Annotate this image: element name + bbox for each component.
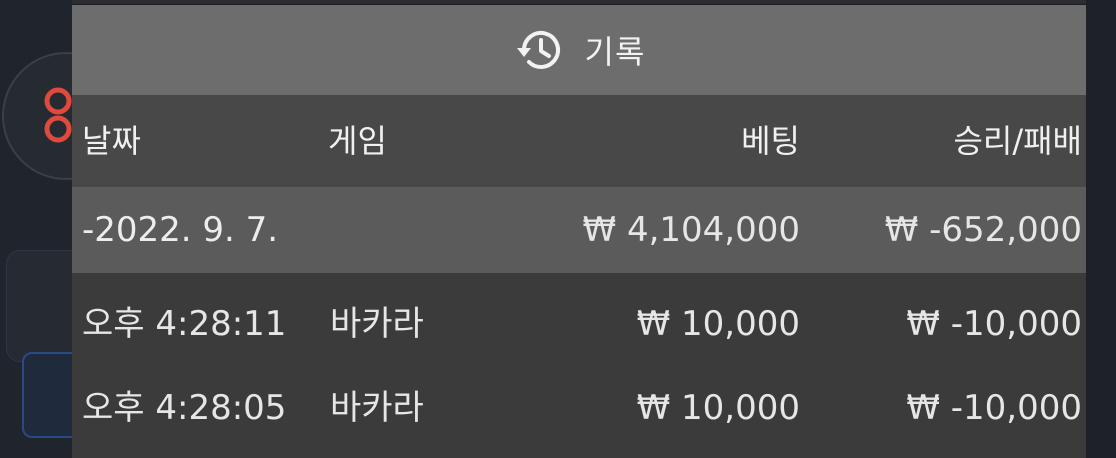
history-list: 오후 4:28:11 바카라 ₩ 10,000 ₩ -10,000 오후 4:2… [72,273,1086,458]
history-icon [516,30,560,69]
row-bet: ₩ 10,000 [636,388,800,428]
column-header-row: 날짜 게임 베팅 승리/패배 [72,95,1086,187]
background-right-edge [1086,0,1116,458]
day-group-total-result: ₩ -652,000 [884,210,1082,250]
top-strip [0,0,1116,4]
row-result: ₩ -10,000 [906,304,1082,344]
day-group-date: -2022. 9. 7. [82,210,279,250]
column-header-game[interactable]: 게임 [328,125,387,157]
history-panel: 기록 날짜 게임 베팅 승리/패배 -2022. 9. 7. ₩ 4,104,0… [72,5,1086,458]
row-time: 오후 4:28:11 [82,304,287,344]
day-group-row[interactable]: -2022. 9. 7. ₩ 4,104,000 ₩ -652,000 [72,187,1086,273]
column-header-bet[interactable]: 베팅 [741,125,800,157]
row-bet: ₩ 10,000 [636,304,800,344]
day-group-total-bet: ₩ 4,104,000 [582,210,800,250]
panel-title: 기록 [584,33,646,71]
row-game: 바카라 [330,388,424,428]
row-game: 바카라 [330,304,424,344]
column-header-date[interactable]: 날짜 [82,125,141,157]
screen: 기록 날짜 게임 베팅 승리/패배 -2022. 9. 7. ₩ 4,104,0… [0,0,1116,458]
row-time: 오후 4:28:05 [82,388,287,428]
column-header-result[interactable]: 승리/패배 [953,125,1082,157]
row-result: ₩ -10,000 [906,388,1082,428]
history-header: 기록 [72,5,1086,95]
